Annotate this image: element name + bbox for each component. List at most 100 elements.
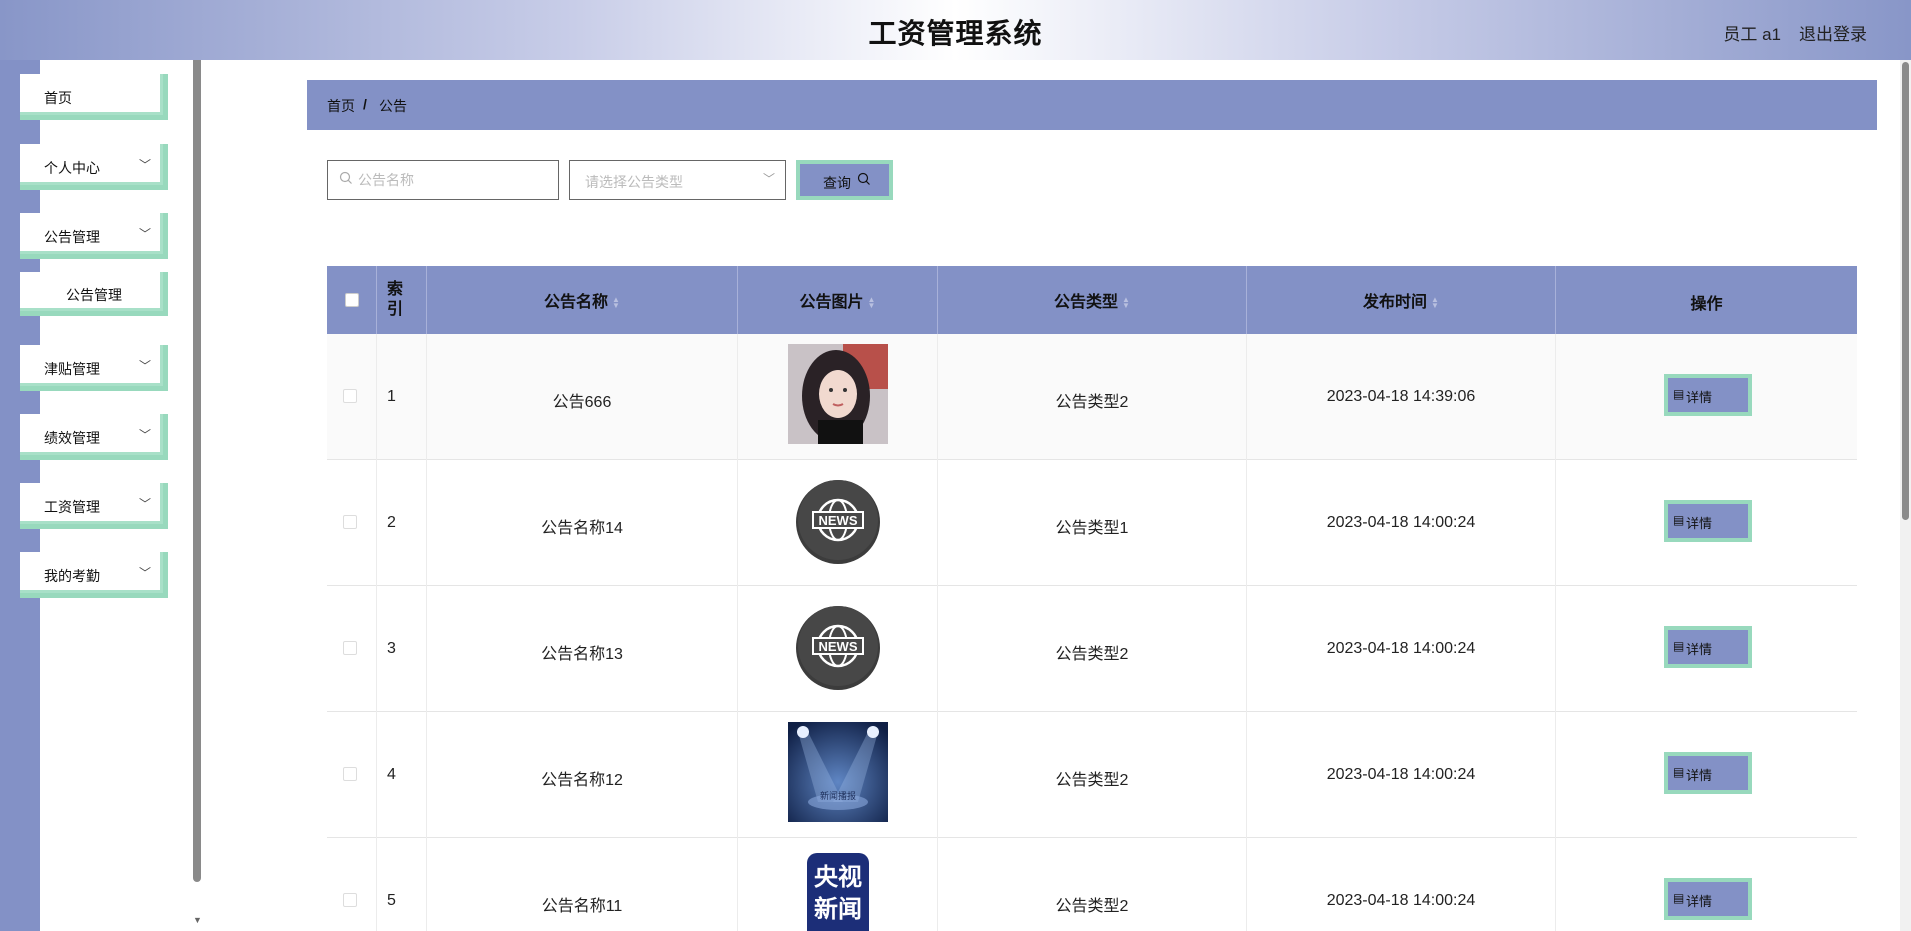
row-publish-time: 2023-04-18 14:00:24: [1326, 514, 1476, 531]
search-icon: [339, 171, 352, 184]
header-notice-type[interactable]: 公告类型 ▲ ▼: [938, 266, 1247, 334]
sidebar-item-label: 工资管理: [44, 499, 100, 515]
row-checkbox[interactable]: [343, 767, 357, 781]
detail-button[interactable]: ▤ 详情: [1664, 374, 1752, 416]
breadcrumb-home[interactable]: 首页: [327, 96, 355, 116]
news-globe-image[interactable]: NEWS: [788, 470, 888, 570]
header-notice-name[interactable]: 公告名称 ▲ ▼: [427, 266, 738, 334]
row-index: 2: [387, 514, 396, 531]
stage-caption: 新闻播报: [820, 790, 856, 802]
row-index: 3: [387, 640, 396, 657]
page-scrollbar[interactable]: [1902, 62, 1909, 520]
table-row: 2 公告名称14 NEWS 公告类型1 2023-04-18 14:00:24 …: [327, 460, 1857, 586]
logout-link[interactable]: 退出登录: [1799, 20, 1867, 45]
portrait-photo-image[interactable]: [788, 344, 888, 444]
sidebar-item-performance-management[interactable]: 绩效管理 ﹀: [20, 414, 168, 460]
chevron-down-icon: ﹀: [138, 566, 151, 580]
chevron-down-icon: ﹀: [762, 172, 775, 186]
sidebar-item-label: 首页: [44, 90, 72, 106]
search-icon: [857, 172, 870, 185]
detail-button[interactable]: ▤ 详情: [1664, 878, 1752, 920]
header-notice-image[interactable]: 公告图片 ▲ ▼: [738, 266, 938, 334]
select-all-checkbox[interactable]: [345, 293, 359, 307]
detail-button[interactable]: ▤ 详情: [1664, 752, 1752, 794]
row-notice-type: 公告类型2: [1055, 772, 1129, 789]
sidebar-item-label: 个人中心: [44, 160, 100, 176]
header-select-all-cell: [327, 266, 377, 334]
cctv-logo-bottom: 新闻: [814, 895, 862, 923]
table-row: 5 公告名称11 央视 新闻 公告类型2 2023-04-18 14:00:24…: [327, 838, 1857, 931]
row-checkbox[interactable]: [343, 641, 357, 655]
row-notice-name: 公告名称11: [541, 898, 623, 915]
query-button[interactable]: 查询: [796, 160, 893, 200]
detail-button[interactable]: ▤ 详情: [1664, 626, 1752, 668]
sidebar-item-label: 公告管理: [66, 287, 122, 303]
news-globe-image[interactable]: NEWS: [788, 596, 888, 696]
row-notice-name: 公告名称12: [541, 772, 623, 789]
row-checkbox[interactable]: [343, 515, 357, 529]
sidebar-item-salary-management[interactable]: 工资管理 ﹀: [20, 483, 168, 529]
notice-name-search[interactable]: [327, 160, 559, 200]
cctv-news-logo-image[interactable]: 央视 新闻: [807, 853, 869, 931]
table-row: 4 公告名称12 新闻播报 公告类型2 2023-04-18 14:00:24 …: [327, 712, 1857, 838]
chevron-down-icon: ﹀: [138, 497, 151, 511]
document-icon: ▤: [1673, 765, 1685, 779]
cctv-logo-top: 央视: [814, 863, 862, 891]
document-icon: ▤: [1673, 891, 1685, 905]
header-op-label: 操作: [1690, 296, 1723, 313]
breadcrumb-current: 公告: [379, 98, 407, 114]
notice-type-select[interactable]: 请选择公告类型 ﹀: [569, 160, 786, 200]
current-user: 员工 a1: [1723, 25, 1781, 44]
header-index-label: 索引: [387, 281, 404, 318]
table-row: 1 公告666 公告类型2 2023-04-18 14:39:06 ▤ 详情: [327, 334, 1857, 460]
table-row: 3 公告名称13 NEWS 公告类型2 2023-04-18 14:00:24 …: [327, 586, 1857, 712]
news-label: NEWS: [819, 513, 858, 528]
sort-icon[interactable]: ▲ ▼: [1122, 295, 1130, 309]
scroll-down-arrow-icon[interactable]: ▼: [193, 915, 202, 925]
sidebar: ▼ 首页 个人中心 ﹀ 公告管理 ﹀ 公告管理 津贴管理 ﹀ 绩效管理 ﹀ 工资…: [0, 60, 202, 931]
sidebar-item-notice-management[interactable]: 公告管理 ﹀: [20, 213, 168, 259]
row-checkbox[interactable]: [343, 389, 357, 403]
header-publish-time[interactable]: 发布时间 ▲ ▼: [1247, 266, 1556, 334]
sidebar-subitem-notice-management[interactable]: 公告管理: [20, 272, 168, 316]
header-name-label: 公告名称: [544, 294, 609, 311]
row-notice-type: 公告类型2: [1055, 646, 1129, 663]
row-publish-time: 2023-04-18 14:00:24: [1326, 766, 1476, 783]
sort-icon[interactable]: ▲ ▼: [1431, 295, 1439, 309]
breadcrumb-separator: /: [363, 96, 367, 112]
row-index: 5: [387, 892, 396, 909]
detail-button-label: 详情: [1686, 516, 1713, 531]
header-image-label: 公告图片: [799, 294, 864, 311]
query-button-label: 查询: [823, 175, 851, 191]
detail-button-label: 详情: [1686, 390, 1713, 405]
row-publish-time: 2023-04-18 14:39:06: [1326, 388, 1476, 405]
chevron-down-icon: ﹀: [138, 428, 151, 442]
top-header: 工资管理系统 员工 a1 退出登录: [0, 0, 1911, 60]
detail-button-label: 详情: [1686, 642, 1713, 657]
detail-button-label: 详情: [1686, 768, 1713, 783]
row-index: 1: [387, 388, 396, 405]
sidebar-scrollbar[interactable]: [193, 60, 201, 882]
table-header: 索引 公告名称 ▲ ▼ 公告图片 ▲ ▼ 公告类型 ▲ ▼ 发布时间 ▲ ▼ 操作: [327, 266, 1857, 334]
page-scrollbar-track[interactable]: [1900, 60, 1911, 931]
breadcrumb: 首页 / 公告: [307, 80, 1877, 130]
row-notice-name: 公告名称14: [541, 520, 623, 537]
sort-icon[interactable]: ▲ ▼: [868, 295, 876, 309]
sidebar-item-personal-center[interactable]: 个人中心 ﹀: [20, 144, 168, 190]
sidebar-item-home[interactable]: 首页: [20, 74, 168, 120]
detail-button[interactable]: ▤ 详情: [1664, 500, 1752, 542]
news-label: NEWS: [819, 639, 858, 654]
row-checkbox[interactable]: [343, 893, 357, 907]
header-index: 索引: [377, 266, 427, 334]
chevron-up-icon: ﹀: [138, 227, 151, 241]
stage-spotlight-image[interactable]: 新闻播报: [788, 722, 888, 822]
header-time-label: 发布时间: [1363, 294, 1428, 311]
sort-icon[interactable]: ▲ ▼: [612, 295, 620, 309]
row-notice-type: 公告类型1: [1055, 520, 1129, 537]
app-title: 工资管理系统: [868, 18, 1043, 49]
sidebar-item-my-attendance[interactable]: 我的考勤 ﹀: [20, 552, 168, 598]
row-notice-name: 公告666: [552, 394, 612, 411]
chevron-down-icon: ﹀: [138, 158, 151, 172]
search-input[interactable]: [358, 169, 548, 191]
sidebar-item-allowance-management[interactable]: 津贴管理 ﹀: [20, 345, 168, 391]
